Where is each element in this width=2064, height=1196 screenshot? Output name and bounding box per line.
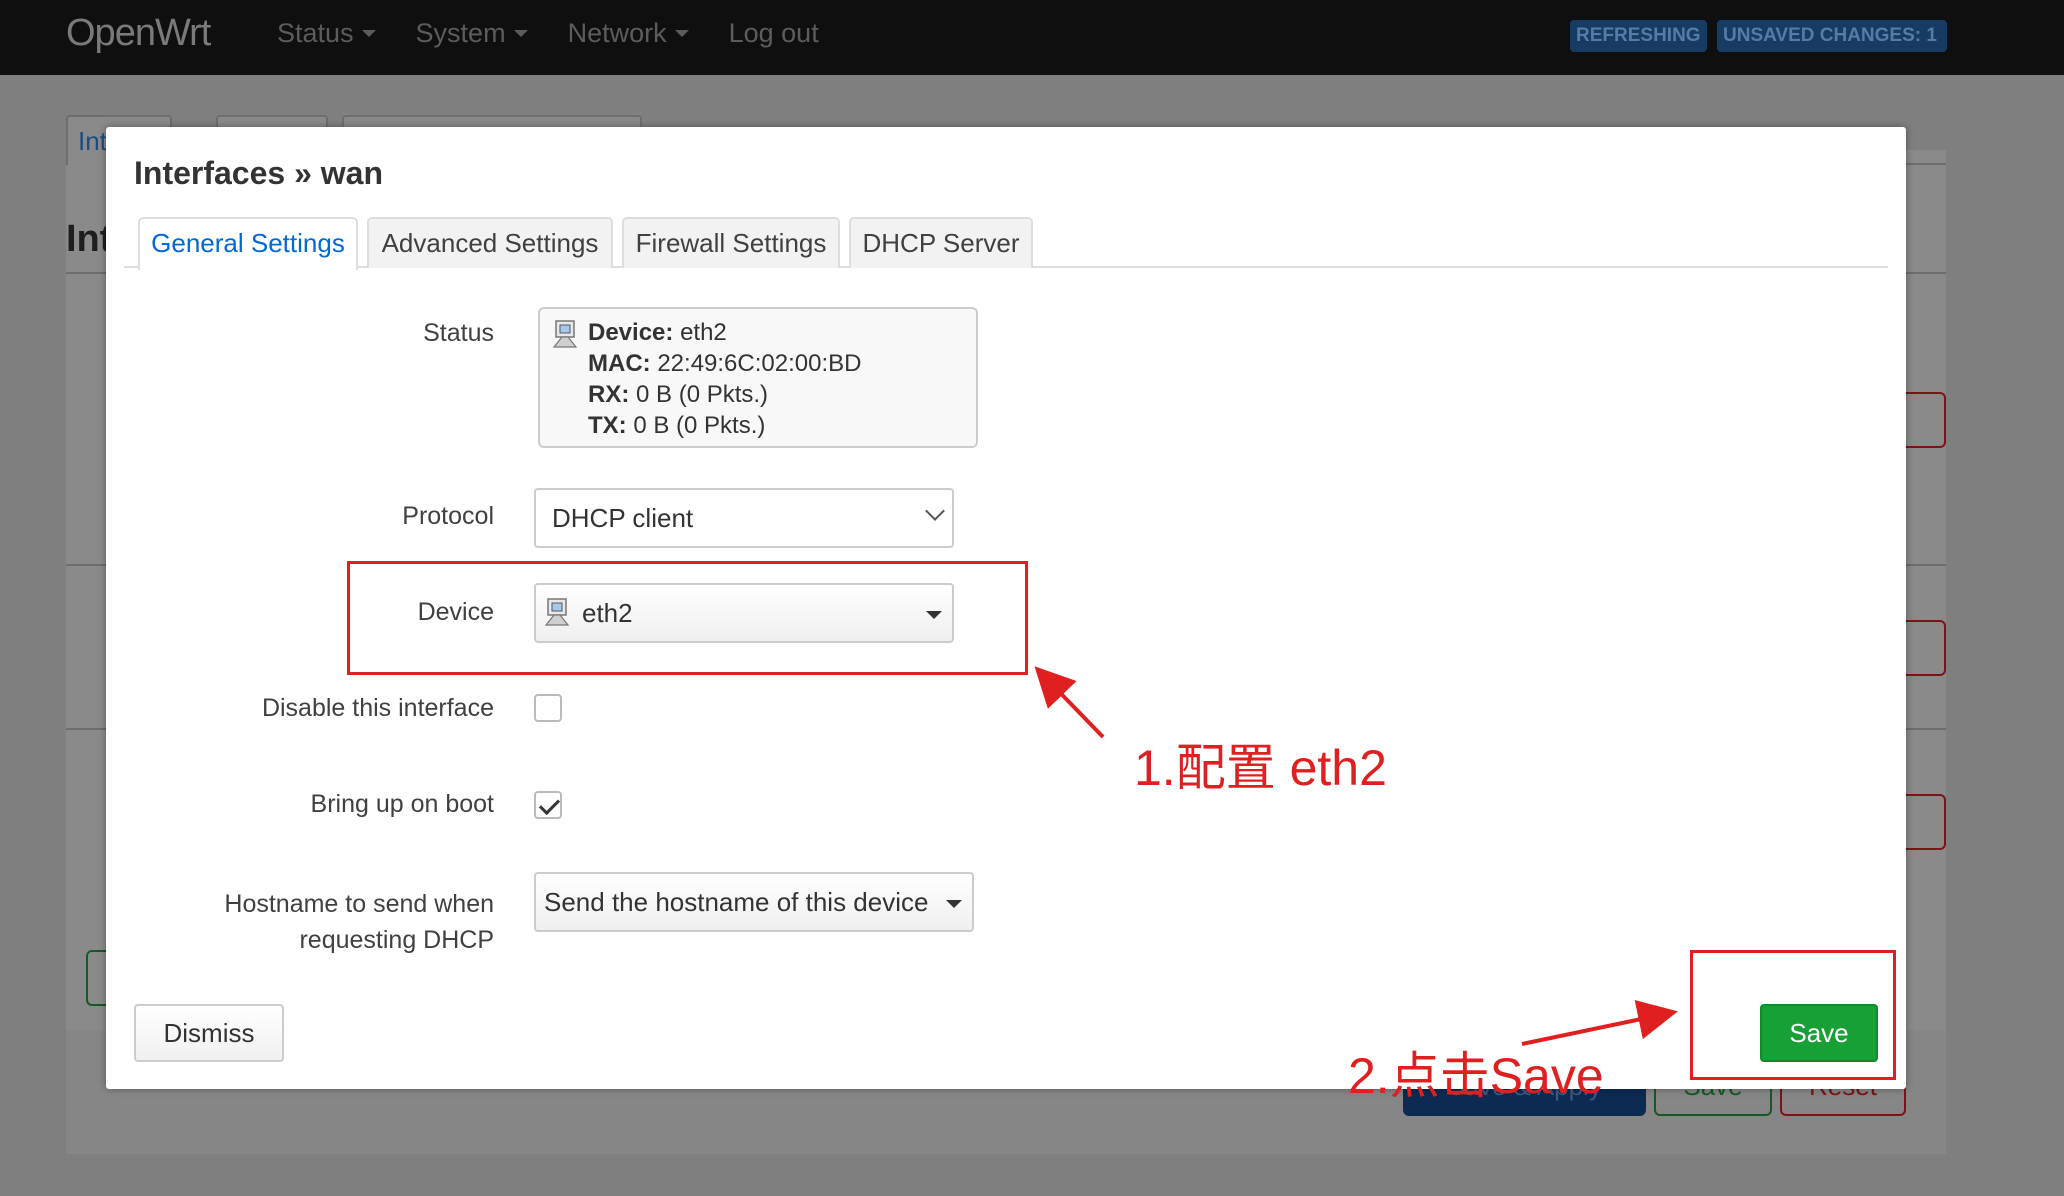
- annotation-arrow-1: [1034, 666, 1105, 739]
- annotation-step1: 1.配置 eth2: [1134, 740, 1387, 796]
- annotation-arrows: [1034, 666, 1678, 1046]
- annotation-step2: 2.点击Save: [1348, 1048, 1604, 1104]
